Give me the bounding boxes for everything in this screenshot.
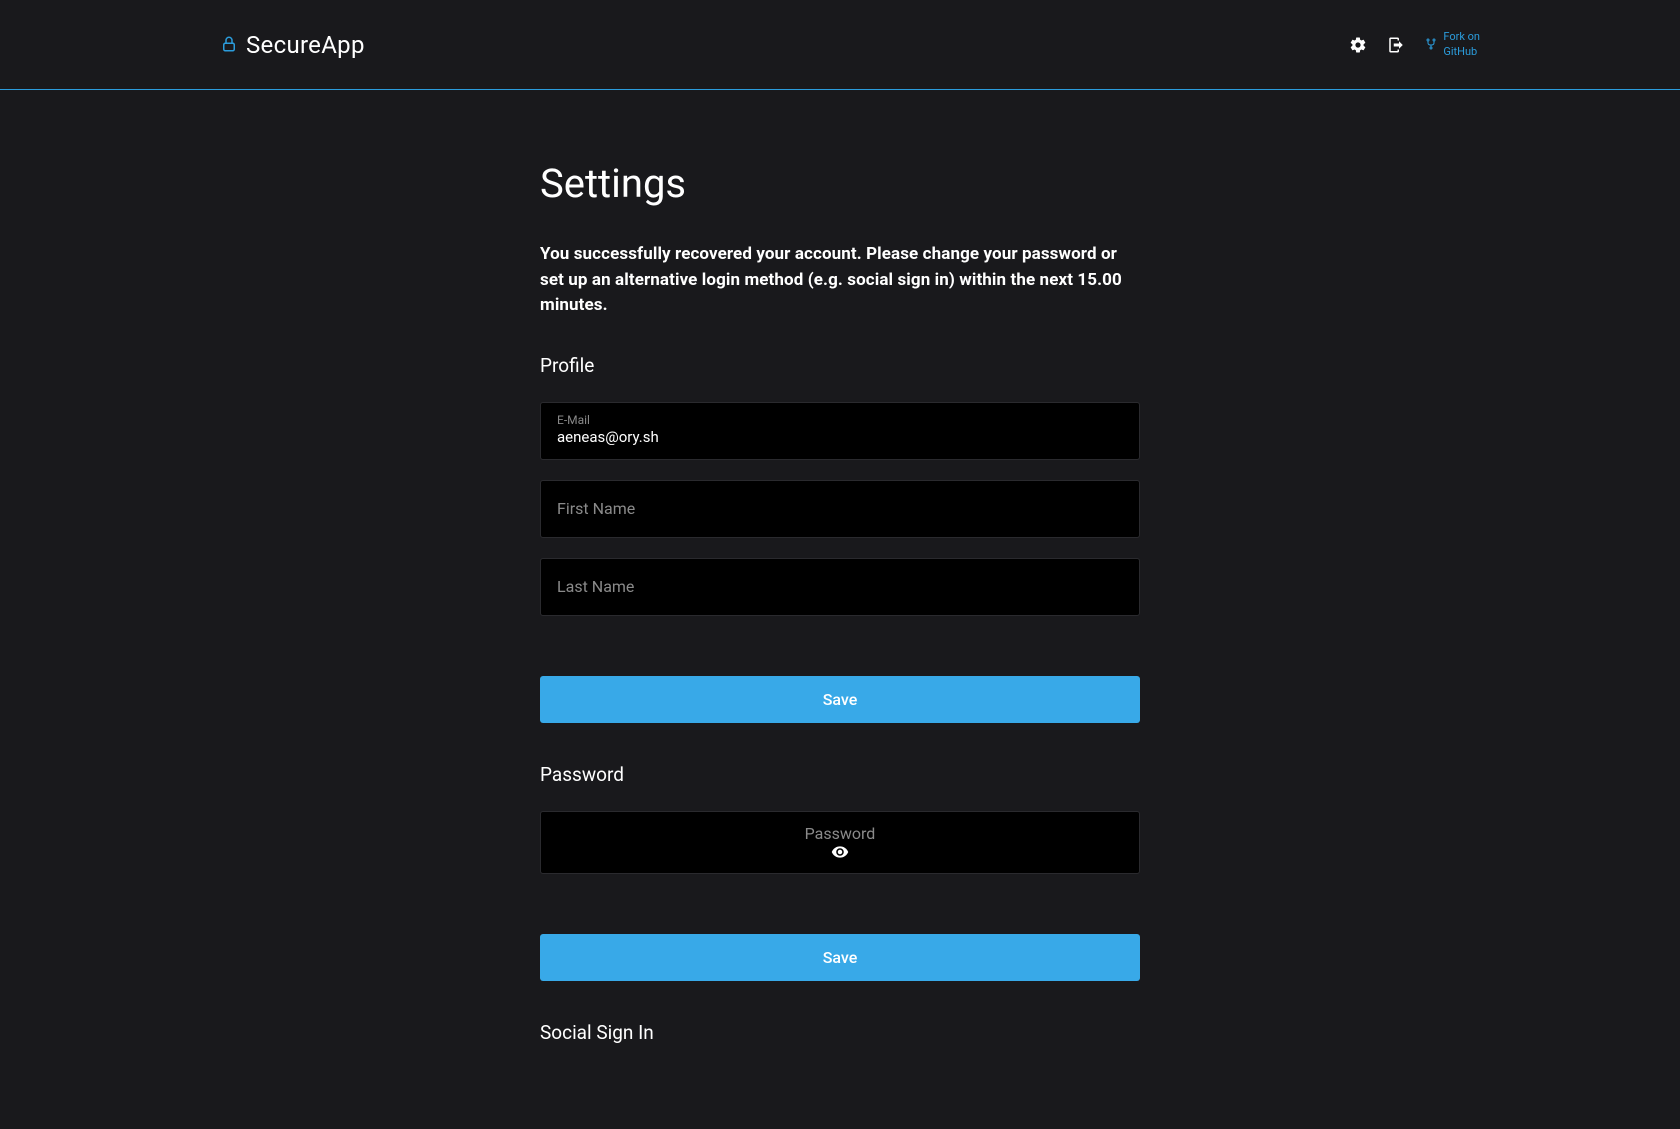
fork-icon — [1425, 38, 1437, 52]
main-content: Settings You successfully recovered your… — [540, 90, 1140, 1129]
recovery-notice: You successfully recovered your account.… — [540, 242, 1140, 319]
fork-github-link[interactable]: Fork on GitHub — [1425, 30, 1480, 59]
page-title: Settings — [540, 160, 1140, 207]
lock-icon — [220, 35, 238, 55]
app-header: SecureApp Fork on GitHub — [0, 0, 1680, 90]
first-name-placeholder: First Name — [557, 499, 1123, 518]
save-profile-button[interactable]: Save — [540, 676, 1140, 723]
email-field-group[interactable]: E-Mail — [540, 402, 1140, 460]
brand[interactable]: SecureApp — [220, 31, 365, 59]
email-field[interactable] — [557, 428, 1123, 446]
last-name-placeholder: Last Name — [557, 577, 1123, 596]
password-placeholder: Password — [805, 824, 876, 843]
last-name-field-group[interactable]: Last Name — [540, 558, 1140, 616]
header-actions: Fork on GitHub — [1349, 30, 1480, 59]
brand-name: SecureApp — [246, 31, 365, 59]
logout-icon[interactable] — [1387, 36, 1405, 54]
email-label: E-Mail — [557, 413, 1123, 427]
first-name-field-group[interactable]: First Name — [540, 480, 1140, 538]
save-password-button[interactable]: Save — [540, 934, 1140, 981]
profile-section-title: Profile — [540, 354, 1140, 377]
gear-icon[interactable] — [1349, 36, 1367, 54]
fork-label: Fork on GitHub — [1443, 30, 1480, 59]
eye-icon[interactable] — [831, 843, 849, 861]
password-section-title: Password — [540, 763, 1140, 786]
password-field-group[interactable]: Password — [540, 811, 1140, 874]
social-section-title: Social Sign In — [540, 1021, 1140, 1044]
